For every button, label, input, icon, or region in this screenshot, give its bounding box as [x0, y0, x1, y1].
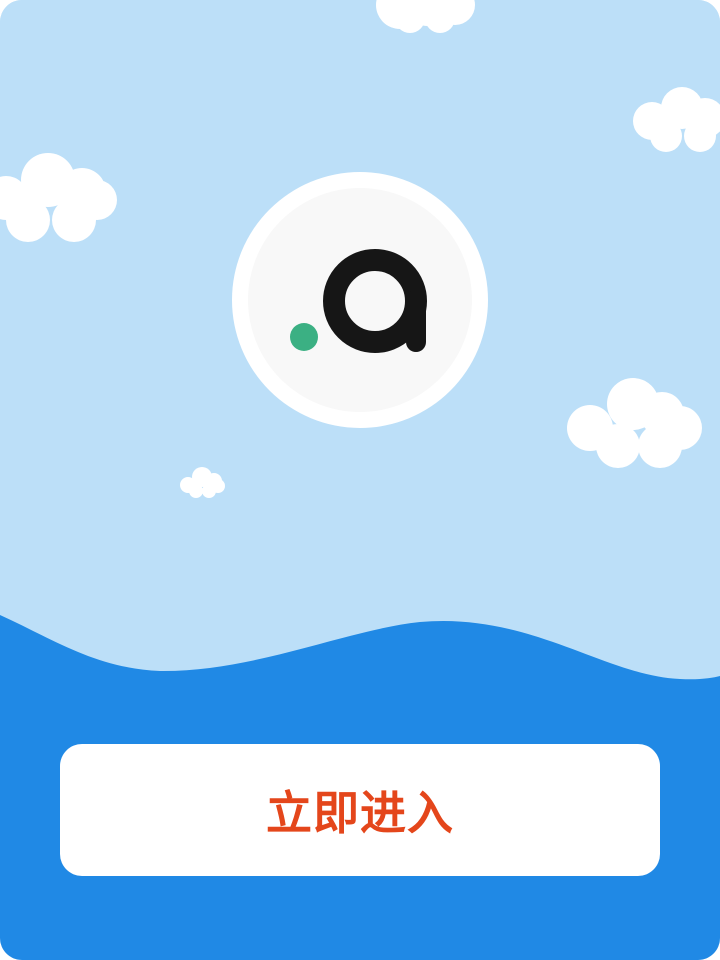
- logo-letter-bowl: [323, 249, 427, 353]
- app-logo-icon: [290, 249, 427, 353]
- splash-screen: 立即进入: [0, 0, 720, 960]
- enter-now-label: 立即进入: [266, 786, 454, 840]
- logo-letter-stem: [406, 290, 426, 352]
- app-logo: [232, 172, 488, 428]
- enter-now-button[interactable]: 立即进入: [60, 744, 660, 876]
- logo-dot: [290, 323, 318, 351]
